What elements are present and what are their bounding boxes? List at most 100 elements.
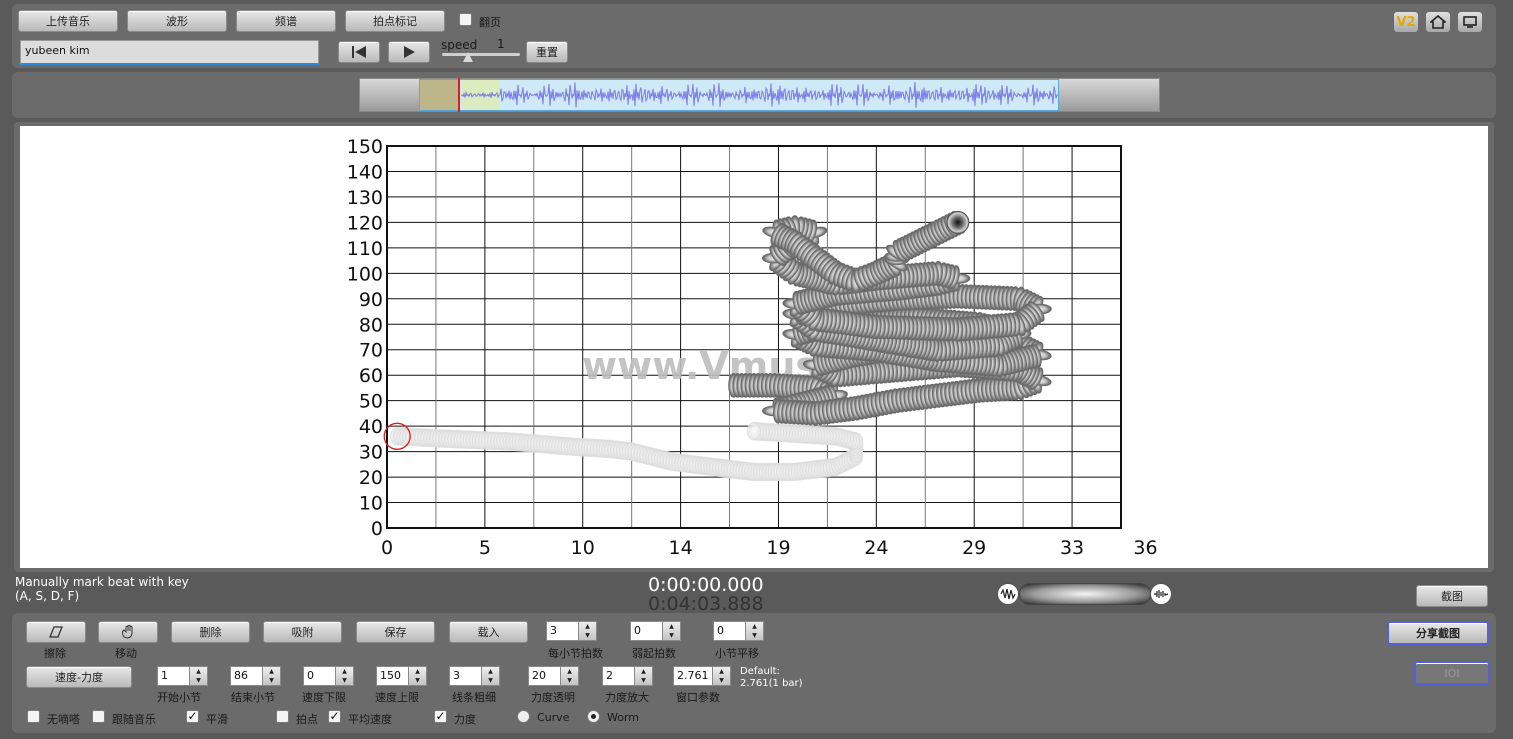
- waveform-played-region: [420, 80, 458, 110]
- tempo-max-label: 速度上限: [375, 691, 419, 704]
- worm-ring-faded: [746, 421, 762, 441]
- window-param-spinner[interactable]: 2.761 ▲ ▼: [673, 666, 731, 686]
- beat-mark-button[interactable]: 拍点标记: [345, 10, 445, 32]
- delete-button[interactable]: 删除: [171, 621, 250, 643]
- reset-button[interactable]: 重置: [526, 41, 568, 63]
- snap-button[interactable]: 吸附: [263, 621, 342, 643]
- speed-value: 1: [497, 37, 505, 51]
- beat-key-hint-line2: (A, S, D, F): [15, 589, 80, 603]
- upload-music-button[interactable]: 上传音乐: [18, 10, 118, 32]
- move-label: 移动: [115, 647, 137, 660]
- speed-slider[interactable]: [442, 53, 520, 56]
- no-tick-checkbox[interactable]: [27, 710, 40, 723]
- window-param-label: 窗口参数: [676, 691, 720, 704]
- x-tick-label: 36: [1133, 537, 1157, 559]
- upbeat-count-label: 弱起拍数: [632, 647, 676, 660]
- beat-key-hint-line1: Manually mark beat with key: [15, 575, 189, 589]
- dynamics-opacity-label: 力度透明: [531, 691, 575, 704]
- dynamics-checkbox[interactable]: ✓: [434, 710, 447, 723]
- dynamics-scale-spinner[interactable]: 2 ▲ ▼: [602, 666, 653, 686]
- worm-head: [946, 210, 970, 234]
- default-value-detail: 2.761(1 bar): [740, 678, 803, 689]
- y-tick-label: 80: [359, 314, 383, 336]
- y-tick-label: 60: [359, 365, 383, 387]
- beats-per-bar-spinner[interactable]: 3 ▲ ▼: [546, 621, 597, 641]
- x-tick-label: 33: [1060, 537, 1084, 559]
- name-input[interactable]: yubeen kim: [20, 40, 319, 65]
- v2-icon[interactable]: V2: [1393, 11, 1419, 33]
- screen-icon[interactable]: [1457, 11, 1483, 33]
- speed-label: speed: [441, 38, 478, 52]
- x-tick-label: 10: [571, 537, 595, 559]
- smooth-label: 平滑: [206, 713, 228, 726]
- flip-page-label: 翻页: [479, 16, 501, 29]
- playhead-marker[interactable]: [458, 78, 460, 112]
- bar-shift-spinner[interactable]: 0 ▲ ▼: [713, 621, 764, 641]
- flip-page-checkbox[interactable]: [459, 13, 472, 26]
- tempo-dynamics-mode-button[interactable]: 速度-力度: [26, 666, 132, 688]
- hand-icon: [122, 625, 133, 639]
- worm-radio[interactable]: [587, 710, 600, 723]
- worm-label: Worm: [607, 711, 640, 724]
- beat-checkbox[interactable]: [276, 710, 289, 723]
- curve-label: Curve: [537, 711, 570, 724]
- home-icon[interactable]: [1425, 11, 1451, 33]
- total-time: 0:04:03.888: [648, 593, 764, 615]
- eraser-button[interactable]: [26, 621, 86, 643]
- y-tick-label: 30: [359, 442, 383, 464]
- end-bar-label: 结束小节: [231, 691, 275, 704]
- y-tick-label: 140: [347, 161, 383, 183]
- play-button[interactable]: [388, 41, 430, 63]
- play-icon: [404, 46, 415, 58]
- tempo-min-label: 速度下限: [302, 691, 346, 704]
- skip-back-button[interactable]: [338, 41, 380, 63]
- y-tick-label: 10: [359, 493, 383, 515]
- y-tick-label: 100: [347, 263, 383, 285]
- y-tick-label: 110: [347, 238, 383, 260]
- waveform-button[interactable]: 波形: [127, 10, 227, 32]
- spectrum-button[interactable]: 频谱: [236, 10, 336, 32]
- x-tick-label: 5: [479, 537, 491, 559]
- average-tempo-label: 平均速度: [348, 713, 392, 726]
- move-button[interactable]: [98, 621, 158, 643]
- x-tick-label: 29: [962, 537, 986, 559]
- tempo-dynamics-chart[interactable]: www.Vmus 1501401301201101009080706050403…: [20, 126, 1488, 568]
- y-tick-label: 70: [359, 340, 383, 362]
- save-button[interactable]: 保存: [356, 621, 435, 643]
- share-screenshot-button[interactable]: 分享截图: [1387, 621, 1489, 645]
- skip-back-icon: [352, 46, 366, 58]
- load-button[interactable]: 载入: [449, 621, 528, 643]
- y-tick-label: 50: [359, 391, 383, 413]
- start-bar-spinner[interactable]: 1 ▲ ▼: [157, 666, 208, 686]
- y-tick-label: 130: [347, 187, 383, 209]
- beat-label: 拍点: [296, 713, 318, 726]
- x-tick-label: 0: [381, 537, 393, 559]
- dynamics-label: 力度: [454, 713, 476, 726]
- tempo-min-spinner[interactable]: 0 ▲ ▼: [303, 666, 354, 686]
- end-bar-spinner[interactable]: 86 ▲ ▼: [230, 666, 281, 686]
- smooth-checkbox[interactable]: ✓: [186, 710, 199, 723]
- follow-music-checkbox[interactable]: [92, 710, 105, 723]
- dynamics-opacity-spinner[interactable]: 20 ▲ ▼: [528, 666, 579, 686]
- tempo-max-spinner[interactable]: 150 ▲ ▼: [376, 666, 427, 686]
- x-tick-label: 19: [766, 537, 790, 559]
- y-tick-label: 90: [359, 289, 383, 311]
- speed-slider-handle[interactable]: [463, 52, 473, 62]
- start-bar-label: 开始小节: [157, 691, 201, 704]
- y-tick-label: 20: [359, 467, 383, 489]
- average-tempo-checkbox[interactable]: ✓: [328, 710, 341, 723]
- eraser-icon: [49, 626, 63, 638]
- screenshot-button[interactable]: 截图: [1416, 585, 1488, 607]
- upbeat-count-spinner[interactable]: 0 ▲ ▼: [630, 621, 681, 641]
- volume-gradient-slider[interactable]: [1019, 583, 1151, 605]
- wave-start-icon[interactable]: [997, 583, 1019, 605]
- y-tick-label: 150: [347, 136, 383, 158]
- line-width-spinner[interactable]: 3 ▲ ▼: [449, 666, 500, 686]
- bar-shift-label: 小节平移: [715, 647, 759, 660]
- wave-end-icon[interactable]: [1150, 583, 1172, 605]
- ioi-button[interactable]: IOI: [1414, 661, 1490, 685]
- x-tick-label: 14: [669, 537, 693, 559]
- dynamics-scale-label: 力度放大: [605, 691, 649, 704]
- waveform-audio: [461, 82, 1059, 108]
- curve-radio[interactable]: [517, 710, 530, 723]
